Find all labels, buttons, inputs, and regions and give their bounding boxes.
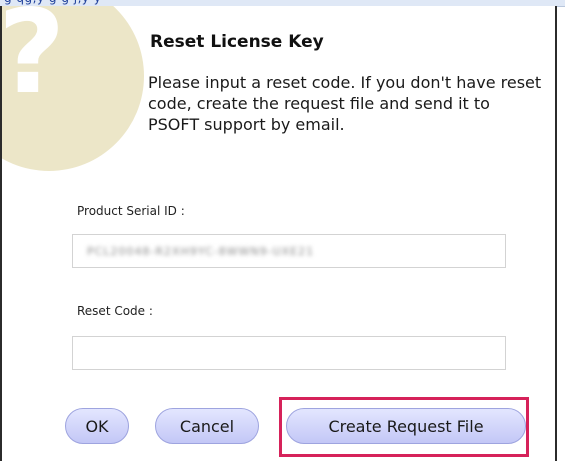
- dialog-message: Please input a reset code. If you don't …: [148, 73, 542, 134]
- dialog-title: Reset License Key: [150, 32, 324, 52]
- cancel-button[interactable]: Cancel: [155, 408, 259, 444]
- highlight-frame: [279, 397, 529, 457]
- serial-id-value: PCL20048-R2XH9YC-8WWN9-UXE21: [87, 245, 315, 258]
- serial-id-label: Product Serial ID :: [77, 204, 185, 218]
- ok-button[interactable]: OK: [65, 408, 129, 444]
- top-strip-text: g qg,y g g j,y y: [4, 0, 101, 5]
- reset-code-input[interactable]: [72, 336, 506, 370]
- reset-license-dialog: ? Reset License Key Please input a reset…: [0, 6, 557, 461]
- question-icon: ?: [2, 6, 144, 171]
- serial-id-field[interactable]: PCL20048-R2XH9YC-8WWN9-UXE21: [72, 234, 506, 268]
- reset-code-label: Reset Code :: [77, 304, 153, 318]
